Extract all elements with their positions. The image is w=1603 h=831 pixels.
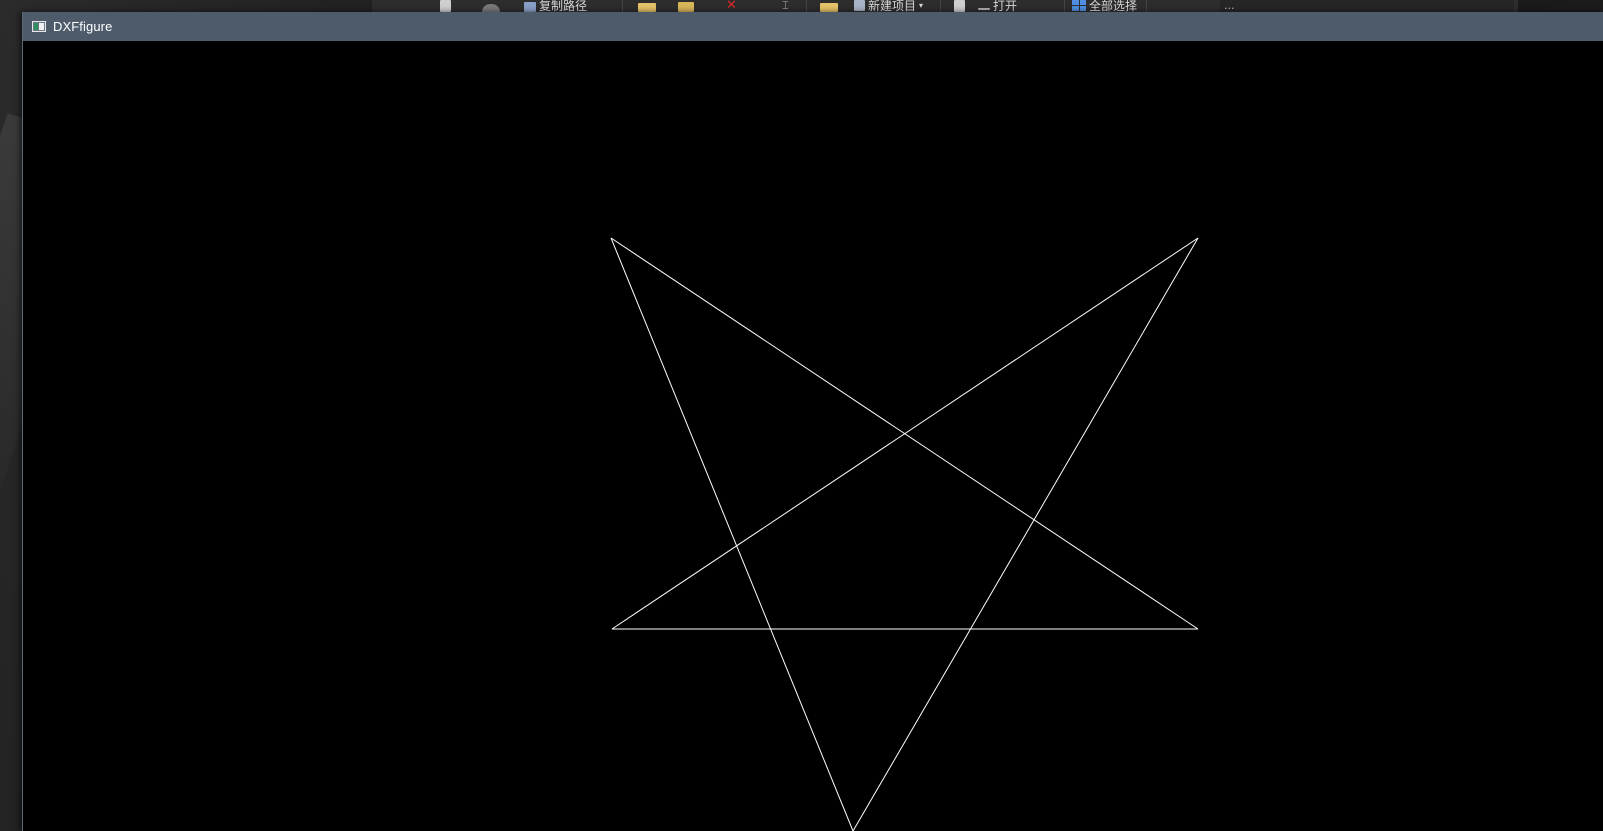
new-folder-icon [820,3,838,12]
drawing-canvas[interactable] [23,41,1603,831]
dxffigure-window[interactable]: DXFfigure [22,12,1603,831]
properties-icon [954,0,965,12]
folder-icon [638,3,656,12]
copy-path-icon [524,2,536,12]
chevron-down-icon: ▾ [919,1,924,10]
background-window-text: ... [1224,0,1235,12]
select-all-label: 全部选择 [1089,0,1138,13]
new-item-icon [854,0,865,11]
new-item-label: 新建项目 [868,0,917,13]
copy-path-label: 复制路径 [539,0,588,13]
figure-svg [610,237,1199,831]
pentagram-line-5 [610,237,854,831]
app-window-icon[interactable] [32,21,46,32]
rename-icon: ⌶ [782,0,789,12]
window-title: DXFfigure [53,19,113,34]
document-icon [440,0,451,12]
history-icon [482,4,500,12]
open-icon [978,8,990,10]
folder-copy-icon [678,2,694,12]
pentagram-line-4 [852,237,1199,831]
select-all-icon [1072,0,1086,11]
window-titlebar[interactable]: DXFfigure [23,12,1603,41]
open-label: 打开 [993,0,1018,13]
delete-icon: ✕ [726,0,737,13]
